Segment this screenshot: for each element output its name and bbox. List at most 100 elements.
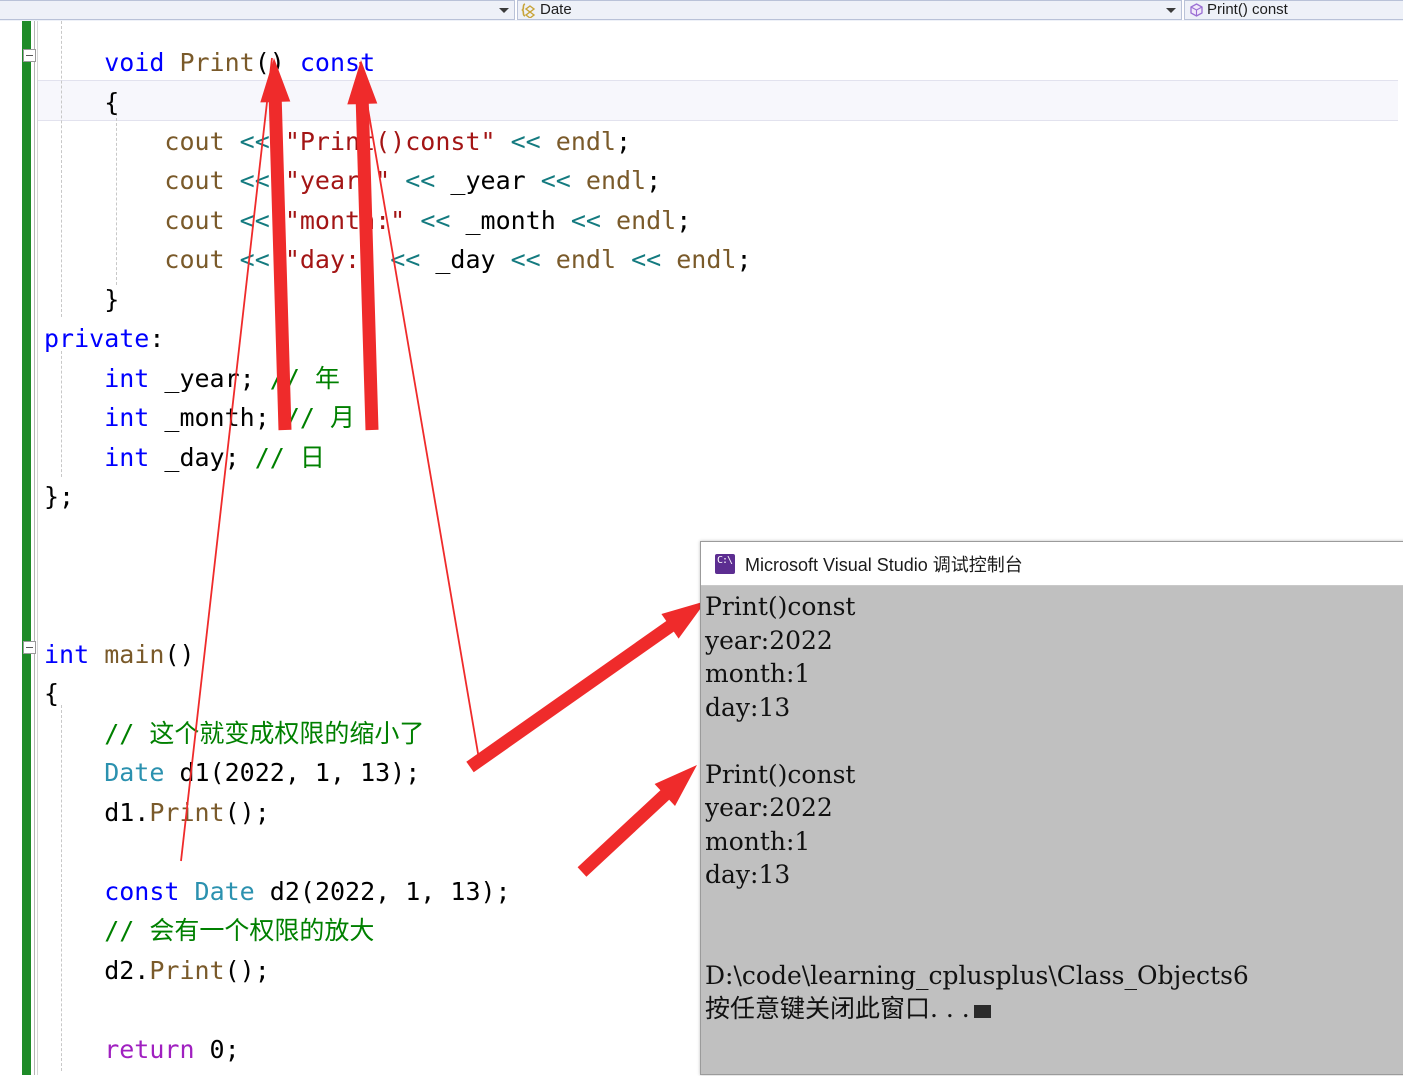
code-token: // 日 (254, 443, 325, 472)
code-token: "month:" (284, 206, 406, 235)
code-token: void (104, 48, 180, 77)
class-icon (521, 2, 538, 19)
code-line: int _day; // 日 (104, 438, 325, 477)
project-dropdown[interactable]: ts6 (0, 0, 515, 20)
code-token: "day:" (284, 245, 376, 274)
code-token: // 这个就变成权限的缩小了 (104, 719, 425, 748)
code-token: _year (435, 166, 541, 195)
code-line: cout << "month:" << _month << endl; (164, 201, 691, 240)
code-token: << (540, 166, 571, 195)
code-token: "year:" (284, 166, 391, 195)
debug-console-window[interactable]: Microsoft Visual Studio 调试控制台 Print()con… (700, 541, 1403, 1075)
code-line: int main() (44, 635, 195, 674)
console-line: Print()const (705, 759, 856, 789)
console-cursor (973, 1005, 991, 1018)
code-token: ; (676, 206, 692, 235)
code-token: private (44, 324, 150, 353)
code-line: void Print() const (104, 43, 375, 82)
code-token: _month; (149, 403, 285, 432)
code-token: (); (224, 798, 270, 827)
code-token: const (299, 48, 376, 77)
code-token: int (104, 443, 150, 472)
console-line: year:2022 (705, 793, 833, 822)
code-token: << (239, 127, 270, 156)
code-token: d1(2022, 1, 13); (164, 758, 421, 787)
code-token: return (104, 1035, 195, 1064)
console-line: 按任意键关闭此窗口. . . (705, 992, 1403, 1026)
chevron-down-icon (1166, 8, 1176, 13)
code-token: () (164, 640, 195, 669)
console-title-bar[interactable]: Microsoft Visual Studio 调试控制台 (701, 542, 1403, 586)
method-icon (1188, 2, 1205, 18)
code-token: << (405, 166, 436, 195)
console-line: day:13 (705, 860, 791, 889)
code-token: cout (164, 127, 240, 156)
code-token: << (239, 166, 270, 195)
code-token: endl (676, 245, 737, 274)
code-token: "Print()const" (284, 127, 496, 156)
code-line: Date d1(2022, 1, 13); (104, 753, 420, 792)
code-token: { (44, 679, 60, 708)
code-token: << (510, 127, 541, 156)
code-token: cout (164, 245, 240, 274)
code-line: { (104, 83, 119, 122)
code-token: // 会有一个权限的放大 (104, 916, 375, 945)
code-line: cout << "year:" << _year << endl; (164, 161, 661, 200)
console-line: month:1 (705, 826, 811, 856)
code-line: } (104, 280, 119, 319)
code-token: Date (194, 877, 255, 906)
code-token: () (254, 48, 300, 77)
code-token: _day; (149, 443, 255, 472)
code-token: Print (149, 798, 225, 827)
code-token: ; (736, 245, 752, 274)
code-line: }; (44, 477, 74, 516)
code-line: const Date d2(2022, 1, 13); (104, 872, 510, 911)
console-line: day:13 (705, 692, 791, 722)
code-line: d2.Print(); (104, 951, 270, 990)
code-token: }; (44, 482, 75, 511)
code-token: << (239, 245, 270, 274)
code-token: int (44, 640, 90, 669)
code-token: endl (555, 127, 616, 156)
code-token: } (104, 285, 120, 314)
code-token: << (631, 245, 662, 274)
console-line: D:\code\learning_cplusplus\Class_Objects… (705, 960, 1249, 990)
code-token: d1. (104, 798, 150, 827)
class-dropdown[interactable]: Date (517, 0, 1182, 20)
code-token: _month (450, 206, 571, 235)
code-line: { (44, 674, 59, 713)
console-output: Print()const year:2022 month:1 day:13 Print(… (701, 586, 1403, 1076)
code-line: cout << "Print()const" << endl; (164, 122, 631, 161)
code-token: 0; (194, 1035, 240, 1064)
toolbar-divider (515, 0, 517, 20)
code-token: d2. (104, 956, 150, 985)
code-token: (); (224, 956, 270, 985)
code-token: : (149, 324, 165, 353)
console-line: month:1 (705, 659, 811, 688)
code-token: << (510, 245, 541, 274)
code-token: int (104, 364, 150, 393)
code-token: Print (179, 48, 255, 77)
code-line: int _month; // 月 (104, 398, 355, 437)
member-dropdown[interactable]: Print() const (1184, 0, 1403, 20)
code-token: ; (616, 127, 632, 156)
code-token: d2(2022, 1, 13); (254, 877, 511, 906)
code-token: ; (646, 166, 662, 195)
code-token: int (104, 403, 150, 432)
navigation-bar: ts6 Date Print() const (0, 0, 1403, 21)
code-line: // 会有一个权限的放大 (104, 911, 374, 950)
code-token: cout (164, 206, 240, 235)
